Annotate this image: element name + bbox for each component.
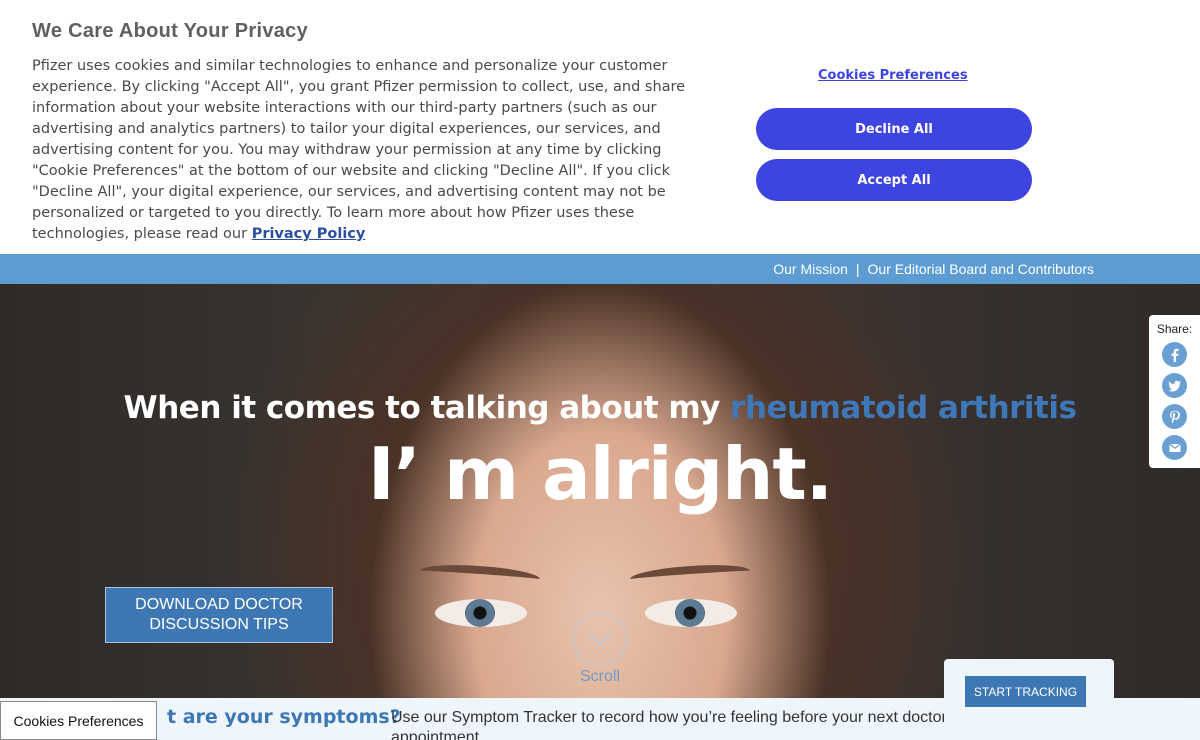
hero-headline-prefix: When it comes to talking about my xyxy=(123,390,731,426)
cookie-consent-banner: We Care About Your Privacy Pfizer uses c… xyxy=(0,0,1200,254)
download-doctor-tips-button[interactable]: DOWNLOAD DOCTOR DISCUSSION TIPS xyxy=(105,587,333,643)
share-widget: Share: xyxy=(1149,315,1200,468)
hero-headline: When it comes to talking about my rheuma… xyxy=(0,390,1200,426)
cookies-preferences-link[interactable]: Cookies Preferences xyxy=(818,68,968,83)
email-icon[interactable] xyxy=(1162,435,1187,460)
cookie-banner-title: We Care About Your Privacy xyxy=(32,20,309,42)
chevron-down-icon xyxy=(588,633,612,646)
cookie-banner-text: Pfizer uses cookies and similar technolo… xyxy=(32,56,712,245)
scroll-label: Scroll xyxy=(579,668,620,685)
top-nav-bar: Our Mission | Our Editorial Board and Co… xyxy=(0,254,1200,284)
accept-all-button[interactable]: Accept All xyxy=(756,159,1032,201)
face-eye xyxy=(435,599,527,627)
cookie-banner-body: Pfizer uses cookies and similar technolo… xyxy=(32,58,686,242)
start-tracking-card: START TRACKING xyxy=(944,659,1114,740)
nav-our-mission[interactable]: Our Mission xyxy=(773,261,848,277)
hero-tagline: I’ m alright. xyxy=(367,432,833,516)
face-brow xyxy=(419,561,541,589)
twitter-icon[interactable] xyxy=(1162,373,1187,398)
start-tracking-button[interactable]: START TRACKING xyxy=(965,676,1086,707)
nav-separator: | xyxy=(855,261,860,277)
facebook-icon[interactable] xyxy=(1162,342,1187,367)
hero-headline-accent: rheumatoid arthritis xyxy=(730,390,1077,426)
pinterest-icon[interactable] xyxy=(1162,404,1187,429)
share-label: Share: xyxy=(1156,322,1193,336)
decline-all-button[interactable]: Decline All xyxy=(756,108,1032,150)
cookies-preferences-button[interactable]: Cookies Preferences xyxy=(0,701,157,740)
nav-links: Our Mission | Our Editorial Board and Co… xyxy=(773,261,1094,277)
symptom-question: t are your symptoms? xyxy=(167,706,401,728)
scroll-down-button[interactable] xyxy=(573,612,627,666)
face-eye xyxy=(645,599,737,627)
nav-editorial-board[interactable]: Our Editorial Board and Contributors xyxy=(868,261,1094,277)
face-brow xyxy=(629,561,751,589)
privacy-policy-link[interactable]: Privacy Policy xyxy=(252,226,366,242)
